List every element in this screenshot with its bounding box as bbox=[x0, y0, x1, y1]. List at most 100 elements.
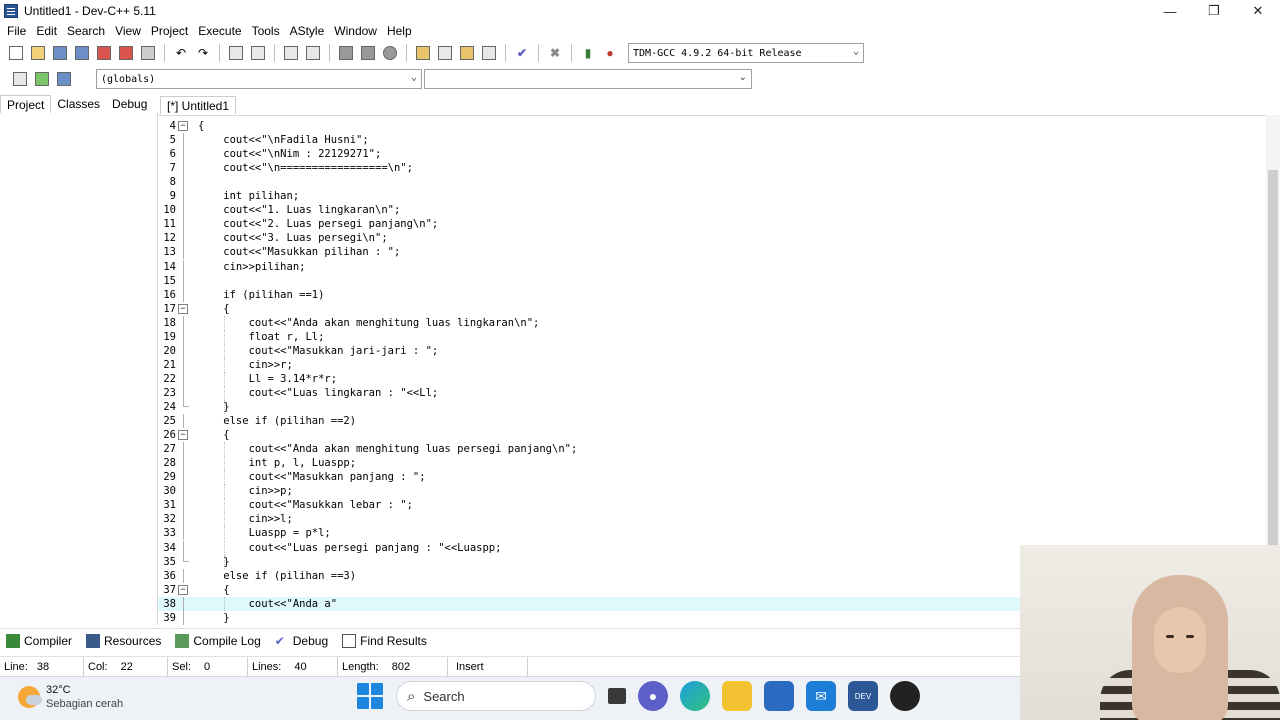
undo-icon[interactable]: ↶ bbox=[171, 43, 191, 63]
menu-help[interactable]: Help bbox=[382, 24, 417, 38]
tab-compiler[interactable]: Compiler bbox=[6, 633, 72, 648]
code-line[interactable]: 27 cout<<"Anda akan menghitung luas pers… bbox=[158, 442, 1266, 457]
close-file-icon[interactable] bbox=[94, 43, 114, 63]
members-select[interactable]: ⌄ bbox=[424, 69, 752, 89]
start-button[interactable] bbox=[356, 682, 384, 710]
code-line[interactable]: 5 cout<<"\nFadila Husni"; bbox=[158, 133, 1266, 148]
redo-icon[interactable]: ↷ bbox=[193, 43, 213, 63]
menu-execute[interactable]: Execute bbox=[193, 24, 246, 38]
code-line[interactable]: 17− { bbox=[158, 302, 1266, 316]
code-line[interactable]: 7 cout<<"\n=================\n"; bbox=[158, 161, 1266, 176]
close-all-icon[interactable] bbox=[116, 43, 136, 63]
code-line[interactable]: 25 else if (pilihan ==2) bbox=[158, 414, 1266, 429]
tab-untitled1[interactable]: [*] Untitled1 bbox=[160, 96, 237, 114]
tab-debug-output[interactable]: ✔ Debug bbox=[275, 634, 328, 648]
menu-search[interactable]: Search bbox=[62, 24, 110, 38]
open-file-icon[interactable] bbox=[28, 43, 48, 63]
fold-line-marker bbox=[183, 456, 184, 471]
code-line[interactable]: 23 cout<<"Luas lingkaran : "<<Ll; bbox=[158, 385, 1266, 400]
insert-icon[interactable] bbox=[10, 69, 30, 89]
indent-icon[interactable] bbox=[281, 43, 301, 63]
task-view-icon[interactable] bbox=[608, 688, 626, 704]
code-line[interactable]: 20 cout<<"Masukkan jari-jari : "; bbox=[158, 343, 1266, 358]
code-line[interactable]: 11 cout<<"2. Luas persegi panjang\n"; bbox=[158, 217, 1266, 232]
goto-back-icon[interactable] bbox=[336, 43, 356, 63]
code-line[interactable]: 21 cin>>r; bbox=[158, 357, 1266, 372]
fold-line-marker bbox=[183, 484, 184, 499]
menu-view[interactable]: View bbox=[110, 24, 146, 38]
save-icon[interactable] bbox=[50, 43, 70, 63]
code-line[interactable]: 32 cin>>l; bbox=[158, 512, 1266, 527]
menu-astyle[interactable]: AStyle bbox=[285, 24, 330, 38]
menu-window[interactable]: Window bbox=[329, 24, 382, 38]
maximize-button[interactable]: ❐ bbox=[1192, 0, 1236, 22]
bookmark-icon[interactable] bbox=[380, 43, 400, 63]
find-icon[interactable] bbox=[226, 43, 246, 63]
goto-declaration-icon[interactable] bbox=[32, 69, 52, 89]
code-line[interactable]: 16 if (pilihan ==1) bbox=[158, 287, 1266, 302]
toggle-bookmark-icon[interactable] bbox=[54, 69, 74, 89]
menu-file[interactable]: File bbox=[2, 24, 31, 38]
stop-icon[interactable]: ✖ bbox=[545, 43, 565, 63]
code-line[interactable]: 9 int pilihan; bbox=[158, 189, 1266, 204]
goto-forward-icon[interactable] bbox=[358, 43, 378, 63]
fold-minus-icon[interactable]: − bbox=[178, 584, 188, 595]
taskbar-search[interactable]: ⌕ Search bbox=[396, 681, 596, 711]
close-button[interactable]: ✕ bbox=[1236, 0, 1280, 22]
menu-tools[interactable]: Tools bbox=[247, 24, 285, 38]
code-line[interactable]: 24 } bbox=[158, 400, 1266, 414]
tiles-icon[interactable] bbox=[479, 43, 499, 63]
scrollbar-thumb[interactable] bbox=[1268, 170, 1278, 550]
store-icon[interactable] bbox=[764, 681, 794, 711]
code-line[interactable]: 8 bbox=[158, 175, 1266, 190]
weather-widget[interactable]: 32°C Sebagian cerah bbox=[18, 683, 123, 711]
layout-icon[interactable] bbox=[413, 43, 433, 63]
file-explorer-icon[interactable] bbox=[722, 681, 752, 711]
minimize-button[interactable]: — bbox=[1148, 0, 1192, 22]
code-line[interactable]: 31 cout<<"Masukkan lebar : "; bbox=[158, 498, 1266, 513]
chart-icon[interactable]: ▮ bbox=[578, 43, 598, 63]
tab-compile-log[interactable]: Compile Log bbox=[175, 633, 261, 648]
devcpp-taskbar-icon[interactable]: DEV bbox=[848, 681, 878, 711]
code-line[interactable]: 12 cout<<"3. Luas persegi\n"; bbox=[158, 231, 1266, 246]
code-line[interactable]: 28 int p, l, Luaspp; bbox=[158, 456, 1266, 471]
compiler-select[interactable]: TDM-GCC 4.9.2 64-bit Release ⌄ bbox=[628, 43, 864, 63]
print-icon[interactable] bbox=[138, 43, 158, 63]
edge-browser-icon[interactable] bbox=[680, 681, 710, 711]
fold-minus-icon[interactable]: − bbox=[178, 430, 188, 441]
teams-icon[interactable]: ● bbox=[638, 681, 668, 711]
code-line[interactable]: 19 float r, Ll; bbox=[158, 329, 1266, 344]
save-all-icon[interactable] bbox=[72, 43, 92, 63]
menu-edit[interactable]: Edit bbox=[31, 24, 62, 38]
globals-select[interactable]: (globals) ⌄ bbox=[96, 69, 422, 89]
menu-project[interactable]: Project bbox=[146, 24, 193, 38]
code-line[interactable]: 29 cout<<"Masukkan panjang : "; bbox=[158, 470, 1266, 485]
grid-icon[interactable] bbox=[457, 43, 477, 63]
code-line[interactable]: 15 bbox=[158, 273, 1266, 288]
tab-classes[interactable]: Classes bbox=[51, 95, 106, 113]
tab-debug[interactable]: Debug bbox=[106, 95, 153, 113]
code-line[interactable]: 6 cout<<"\nNim : 22129271"; bbox=[158, 147, 1266, 162]
tab-project[interactable]: Project bbox=[0, 95, 52, 113]
mail-icon[interactable]: ✉ bbox=[806, 681, 836, 711]
unindent-icon[interactable] bbox=[303, 43, 323, 63]
code-line[interactable]: 10 cout<<"1. Luas lingkaran\n"; bbox=[158, 203, 1266, 218]
code-line[interactable]: 33 Luaspp = p*l; bbox=[158, 526, 1266, 541]
check-syntax-icon[interactable]: ✔ bbox=[512, 43, 532, 63]
code-line[interactable]: 26− { bbox=[158, 428, 1266, 442]
tab-find-results[interactable]: Find Results bbox=[342, 633, 427, 648]
code-line[interactable]: 13 cout<<"Masukkan pilihan : "; bbox=[158, 245, 1266, 260]
fold-minus-icon[interactable]: − bbox=[178, 121, 188, 131]
fold-minus-icon[interactable]: − bbox=[178, 303, 188, 314]
tab-resources[interactable]: Resources bbox=[86, 633, 161, 648]
code-line[interactable]: 30 cin>>p; bbox=[158, 484, 1266, 499]
code-line[interactable]: 18 cout<<"Anda akan menghitung luas ling… bbox=[158, 315, 1266, 330]
code-line[interactable]: 22 Ll = 3.14*r*r; bbox=[158, 371, 1266, 386]
obs-icon[interactable] bbox=[890, 681, 920, 711]
code-line[interactable]: 4−{ bbox=[158, 119, 1266, 133]
new-file-icon[interactable] bbox=[6, 43, 26, 63]
replace-icon[interactable] bbox=[248, 43, 268, 63]
code-line[interactable]: 14 cin>>pilihan; bbox=[158, 259, 1266, 274]
window-icon[interactable] bbox=[435, 43, 455, 63]
debug-icon[interactable]: ● bbox=[600, 43, 620, 63]
